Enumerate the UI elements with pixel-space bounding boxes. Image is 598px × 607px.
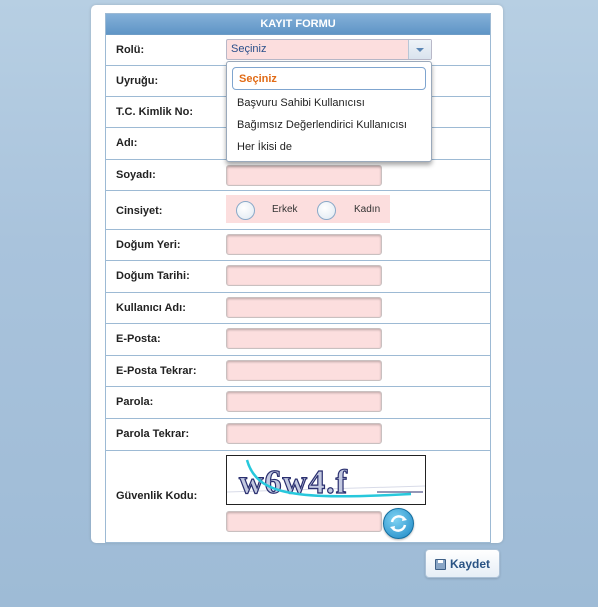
row-password: Parola: (106, 387, 490, 419)
email-confirm-label: E-Posta Tekrar: (116, 365, 197, 377)
password-field[interactable] (226, 391, 382, 412)
role-dropdown-list: Seçiniz Başvuru Sahibi Kullanıcısı Bağım… (226, 61, 432, 162)
captcha-image: w6w4.f (226, 455, 426, 505)
captcha-label: Güvenlik Kodu: (116, 490, 198, 502)
password-confirm-field[interactable] (226, 423, 382, 444)
gender-group: Erkek Kadın (226, 195, 390, 223)
role-label: Rolü: (116, 44, 145, 56)
role-option-1[interactable]: Başvuru Sahibi Kullanıcısı (237, 97, 365, 109)
password-label: Parola: (116, 396, 154, 408)
surname-field[interactable] (226, 165, 382, 186)
save-button-label: Kaydet (450, 557, 491, 571)
gender-label: Cinsiyet: (116, 205, 163, 217)
birth-place-field[interactable] (226, 234, 382, 255)
birth-place-label: Doğum Yeri: (116, 239, 181, 251)
refresh-captcha-button[interactable] (383, 508, 414, 539)
birth-date-field[interactable] (226, 265, 382, 286)
username-field[interactable] (226, 297, 382, 318)
captcha-svg: w6w4.f (227, 456, 425, 504)
gender-female-label: Kadın (354, 204, 381, 215)
birth-date-label: Doğum Tarihi: (116, 270, 190, 282)
name-label: Adı: (116, 137, 138, 149)
tc-id-label: T.C. Kimlik No: (116, 106, 194, 118)
password-confirm-label: Parola Tekrar: (116, 428, 190, 440)
save-button[interactable]: Kaydet (425, 549, 500, 578)
refresh-icon (390, 515, 407, 532)
gender-male-label: Erkek (272, 204, 298, 215)
email-field[interactable] (226, 328, 382, 349)
row-gender: Cinsiyet: Erkek Kadın (106, 191, 490, 230)
email-label: E-Posta: (116, 333, 161, 345)
row-password-confirm: Parola Tekrar: (106, 419, 490, 451)
role-option-2[interactable]: Bağımsız Değerlendirici Kullanıcısı (237, 119, 407, 131)
form-title: KAYIT FORMU (106, 14, 490, 35)
row-birth-place: Doğum Yeri: (106, 230, 490, 261)
row-email-confirm: E-Posta Tekrar: (106, 356, 490, 387)
row-birth-date: Doğum Tarihi: (106, 261, 490, 293)
row-captcha: Güvenlik Kodu: w6w4.f (106, 451, 490, 542)
role-select[interactable]: Seçiniz (226, 39, 432, 60)
chevron-down-icon[interactable] (408, 40, 431, 59)
row-surname: Soyadı: (106, 160, 490, 191)
captcha-field[interactable] (226, 511, 382, 532)
nationality-label: Uyruğu: (116, 75, 159, 87)
gender-female-radio[interactable] (317, 201, 336, 220)
row-username: Kullanıcı Adı: (106, 293, 490, 324)
role-option-3[interactable]: Her İkisi de (237, 141, 292, 153)
gender-male-radio[interactable] (236, 201, 255, 220)
username-label: Kullanıcı Adı: (116, 302, 186, 314)
surname-label: Soyadı: (116, 169, 156, 181)
email-confirm-field[interactable] (226, 360, 382, 381)
row-email: E-Posta: (106, 324, 490, 356)
role-option-selected[interactable]: Seçiniz (232, 67, 426, 90)
role-select-value: Seçiniz (231, 43, 267, 55)
role-option-0: Seçiniz (239, 73, 277, 85)
save-icon (435, 559, 446, 570)
